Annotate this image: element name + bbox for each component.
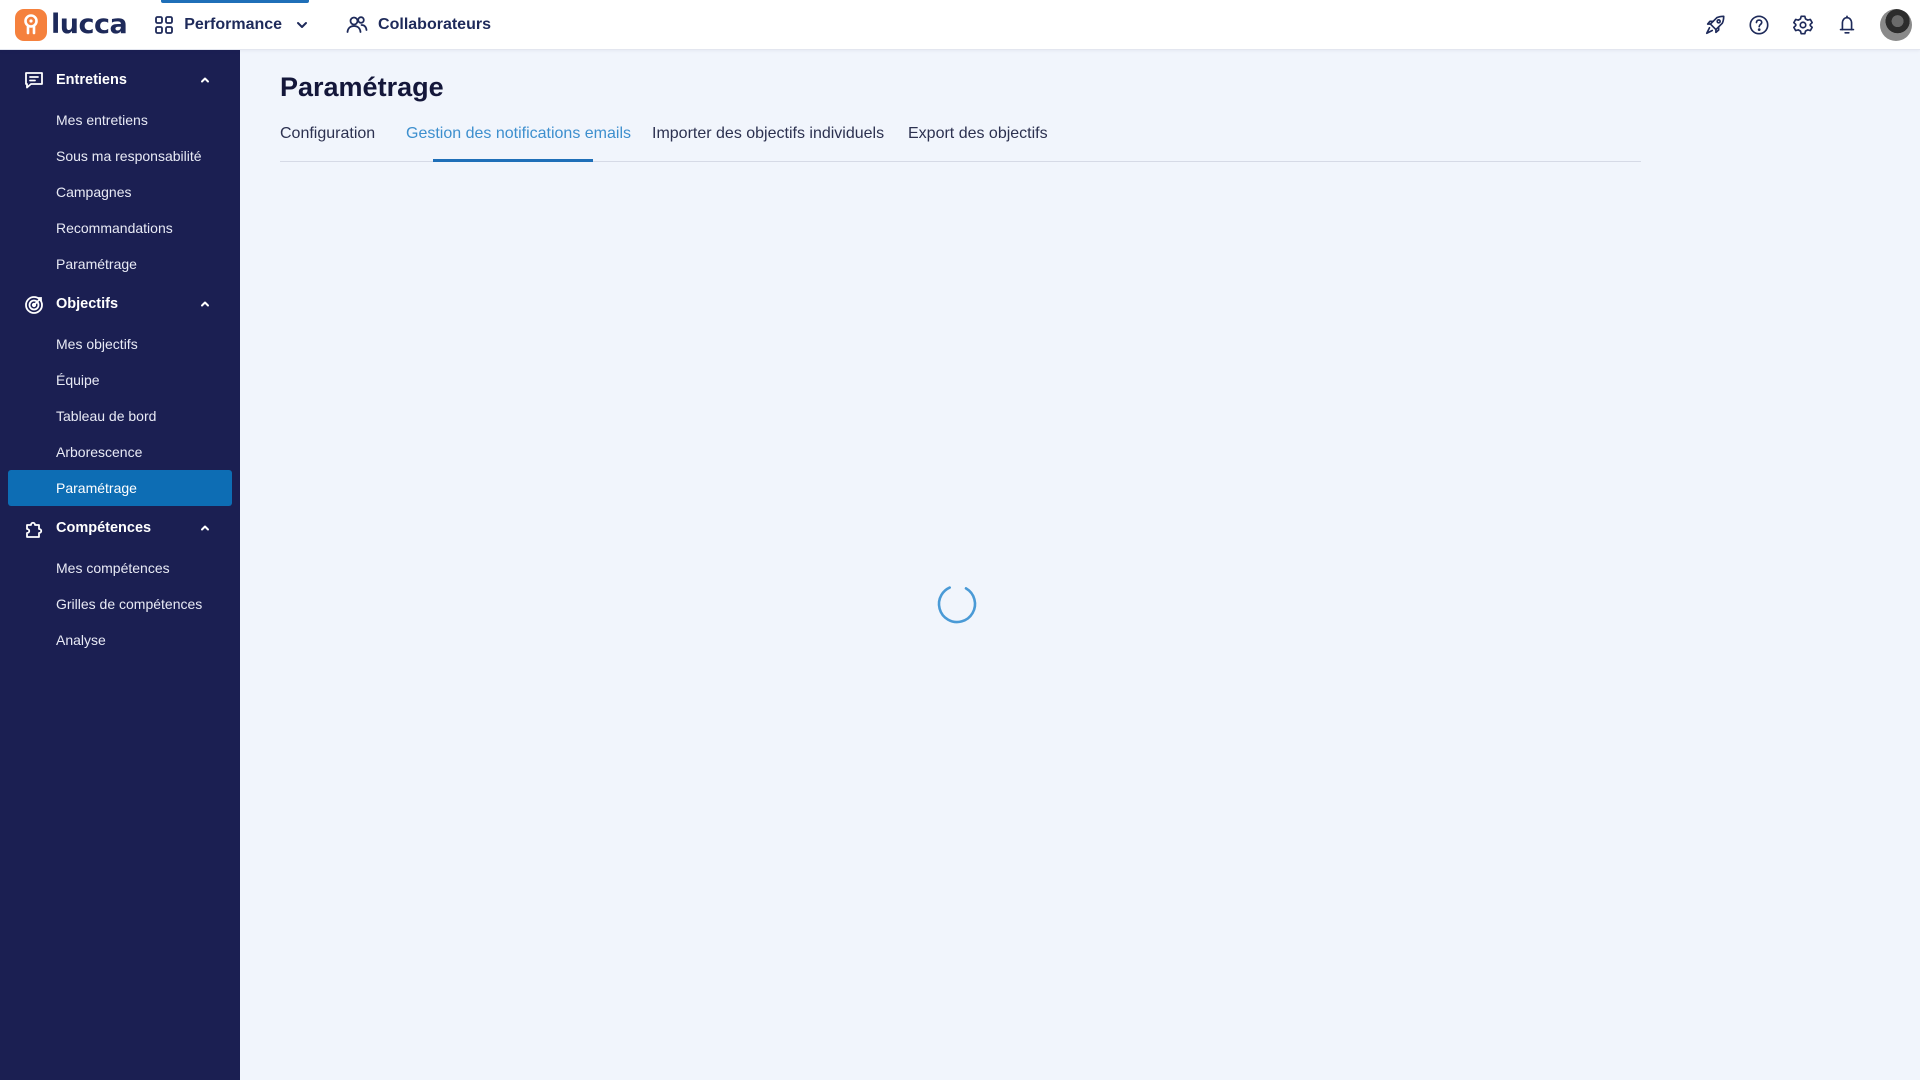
- users-icon: [346, 15, 368, 35]
- chevron-up-icon: [199, 522, 211, 534]
- sidebar-item-campagnes[interactable]: Campagnes: [8, 174, 232, 210]
- active-tab-indicator: [433, 159, 593, 162]
- sidebar-item-arborescence[interactable]: Arborescence: [8, 434, 232, 470]
- help-icon[interactable]: [1746, 12, 1772, 38]
- sidebar-section-competences[interactable]: Compétences: [0, 510, 240, 546]
- top-actions: [1684, 0, 1912, 49]
- sidebar-item-label: Arborescence: [56, 444, 143, 460]
- avatar[interactable]: [1880, 8, 1912, 41]
- nav-collaborateurs[interactable]: Collaborateurs: [346, 0, 491, 49]
- sidebar-item-parametrage-entretiens[interactable]: Paramétrage: [8, 246, 232, 282]
- sidebar-item-recommandations[interactable]: Recommandations: [8, 210, 232, 246]
- sidebar-item-label: Sous ma responsabilité: [56, 148, 202, 164]
- sidebar-section-objectifs[interactable]: Objectifs: [0, 286, 240, 322]
- apps-grid-icon: [154, 15, 174, 35]
- sidebar-item-label: Analyse: [56, 632, 106, 648]
- sidebar-item-mes-entretiens[interactable]: Mes entretiens: [8, 102, 232, 138]
- sidebar-item-label: Paramétrage: [56, 480, 137, 496]
- sidebar-item-equipe[interactable]: Équipe: [8, 362, 232, 398]
- lucca-logo[interactable]: lucca: [15, 0, 128, 49]
- nav-performance[interactable]: Performance: [154, 0, 309, 49]
- sidebar-item-label: Campagnes: [56, 184, 132, 200]
- page-title: Paramétrage: [280, 72, 444, 102]
- sidebar-item-grilles-de-competences[interactable]: Grilles de compétences: [8, 586, 232, 622]
- sidebar-item-label: Grilles de compétences: [56, 596, 203, 612]
- sidebar-item-analyse[interactable]: Analyse: [8, 622, 232, 658]
- sidebar-item-tableau-de-bord[interactable]: Tableau de bord: [8, 398, 232, 434]
- sidebar-section-label: Objectifs: [56, 296, 119, 312]
- chat-icon: [24, 71, 44, 89]
- sidebar-section-label: Entretiens: [56, 72, 127, 88]
- sidebar-item-mes-objectifs[interactable]: Mes objectifs: [8, 326, 232, 362]
- lucca-logo-mark: [15, 8, 47, 41]
- sidebar-item-label: Recommandations: [56, 220, 173, 236]
- tab-configuration[interactable]: Configuration: [280, 125, 375, 143]
- nav-collaborateurs-label: Collaborateurs: [378, 15, 491, 33]
- sidebar-item-label: Équipe: [56, 372, 100, 388]
- logo-text: lucca: [51, 9, 128, 40]
- sidebar-section-label: Compétences: [56, 520, 152, 536]
- loading-spinner: [937, 584, 977, 624]
- chevron-up-icon: [199, 298, 211, 310]
- nav-performance-label: Performance: [184, 15, 283, 33]
- sidebar-item-parametrage-objectifs[interactable]: Paramétrage: [8, 470, 232, 506]
- top-bar: lucca Performance Collaborateurs: [0, 0, 1920, 50]
- sidebar-section-entretiens[interactable]: Entretiens: [0, 62, 240, 98]
- sidebar-item-label: Paramétrage: [56, 256, 137, 272]
- sidebar-item-label: Mes entretiens: [56, 112, 148, 128]
- sidebar-item-label: Tableau de bord: [56, 408, 157, 424]
- chevron-up-icon: [199, 74, 211, 86]
- sidebar-item-label: Mes objectifs: [56, 336, 138, 352]
- tab-export-objectifs[interactable]: Export des objectifs: [908, 125, 1048, 143]
- tab-bar: Configuration Gestion des notifications …: [280, 117, 1641, 162]
- bell-icon[interactable]: [1834, 12, 1860, 38]
- sidebar-item-label: Mes compétences: [56, 560, 170, 576]
- tab-importer-objectifs-individuels[interactable]: Importer des objectifs individuels: [652, 125, 884, 143]
- tab-gestion-notifications-emails[interactable]: Gestion des notifications emails: [406, 125, 631, 143]
- puzzle-icon: [24, 519, 44, 539]
- settings-icon[interactable]: [1790, 12, 1816, 38]
- chevron-down-icon: [295, 18, 309, 32]
- sidebar: Entretiens Mes entretiens Sous ma respon…: [0, 50, 240, 1080]
- sidebar-item-mes-competences[interactable]: Mes compétences: [8, 550, 232, 586]
- sidebar-item-sous-ma-responsabilite[interactable]: Sous ma responsabilité: [8, 138, 232, 174]
- target-icon: [24, 295, 44, 315]
- rocket-icon[interactable]: [1702, 12, 1728, 38]
